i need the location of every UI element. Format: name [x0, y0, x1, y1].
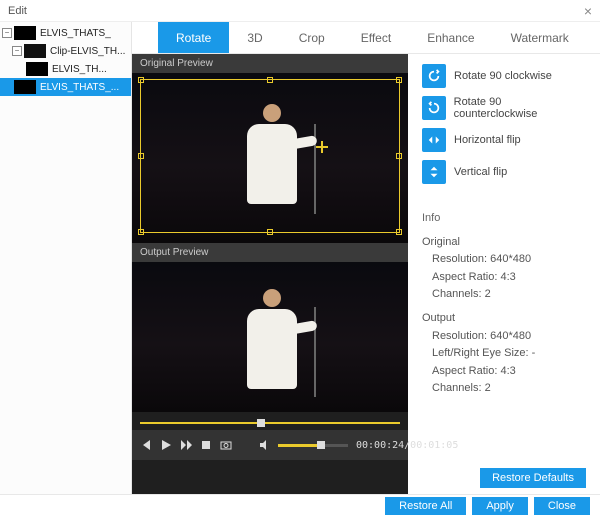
- vflip-icon: [422, 160, 446, 184]
- info-output-label: Output: [422, 310, 586, 328]
- titlebar: Edit ×: [0, 0, 600, 22]
- restore-defaults-button[interactable]: Restore Defaults: [480, 468, 586, 488]
- preview-column: Original Preview Output Preview: [132, 54, 408, 494]
- tree-item-selected[interactable]: ELVIS_THATS_...: [0, 78, 131, 96]
- rotate-cw-label: Rotate 90 clockwise: [454, 70, 552, 82]
- options-column: Rotate 90 clockwise Rotate 90 counterclo…: [408, 54, 600, 494]
- snapshot-button[interactable]: [220, 438, 232, 452]
- tab-enhance[interactable]: Enhance: [409, 22, 492, 53]
- tabs: Rotate 3D Crop Effect Enhance Watermark: [132, 22, 600, 54]
- info-output-resolution: Resolution: 640*480: [422, 328, 586, 346]
- rotate-ccw-label: Rotate 90 counterclockwise: [454, 96, 586, 120]
- close-button[interactable]: Close: [534, 497, 590, 515]
- original-preview-label: Original Preview: [132, 54, 408, 73]
- rotate-cw-button[interactable]: Rotate 90 clockwise: [422, 64, 586, 88]
- crosshair-icon[interactable]: [316, 141, 328, 153]
- tree-label: Clip-ELVIS_TH...: [50, 46, 125, 57]
- vflip-label: Vertical flip: [454, 166, 507, 178]
- info-output-aspect: Aspect Ratio: 4:3: [422, 363, 586, 381]
- thumbnail-icon: [14, 26, 36, 40]
- prev-button[interactable]: [140, 438, 152, 452]
- hflip-icon: [422, 128, 446, 152]
- window-title: Edit: [8, 5, 27, 17]
- timeline[interactable]: [140, 416, 400, 430]
- close-icon[interactable]: ×: [584, 3, 592, 19]
- thumbnail-icon: [14, 80, 36, 94]
- crop-frame[interactable]: [140, 79, 400, 233]
- volume-slider[interactable]: [278, 444, 348, 447]
- apply-button[interactable]: Apply: [472, 497, 528, 515]
- thumbnail-icon: [24, 44, 46, 58]
- rotate-ccw-button[interactable]: Rotate 90 counterclockwise: [422, 96, 586, 120]
- main: − ELVIS_THATS_ − Clip-ELVIS_TH... ELVIS_…: [0, 22, 600, 494]
- hflip-label: Horizontal flip: [454, 134, 521, 146]
- output-preview: [132, 262, 408, 412]
- rotate-cw-icon: [422, 64, 446, 88]
- info-output-channels: Channels: 2: [422, 380, 586, 398]
- original-preview[interactable]: [132, 73, 408, 243]
- info-original-resolution: Resolution: 640*480: [422, 251, 586, 269]
- tab-crop[interactable]: Crop: [281, 22, 343, 53]
- hflip-button[interactable]: Horizontal flip: [422, 128, 586, 152]
- tree-item-clip[interactable]: − Clip-ELVIS_TH...: [0, 42, 131, 60]
- info-original-channels: Channels: 2: [422, 286, 586, 304]
- output-preview-label: Output Preview: [132, 243, 408, 262]
- info-original-label: Original: [422, 234, 586, 252]
- footer: Restore All Apply Close: [0, 494, 600, 516]
- info-output-eye: Left/Right Eye Size: -: [422, 345, 586, 363]
- info-panel: Info Original Resolution: 640*480 Aspect…: [422, 202, 586, 398]
- vflip-button[interactable]: Vertical flip: [422, 160, 586, 184]
- info-header: Info: [422, 210, 586, 228]
- body: Original Preview Output Preview: [132, 54, 600, 494]
- tab-rotate[interactable]: Rotate: [158, 22, 229, 53]
- rotate-options: Rotate 90 clockwise Rotate 90 counterclo…: [422, 64, 586, 184]
- tree-item-child[interactable]: ELVIS_TH...: [0, 60, 131, 78]
- file-tree: − ELVIS_THATS_ − Clip-ELVIS_TH... ELVIS_…: [0, 22, 132, 494]
- play-button[interactable]: [160, 438, 172, 452]
- stop-button[interactable]: [200, 438, 212, 452]
- collapse-icon[interactable]: −: [12, 46, 22, 56]
- thumbnail-icon: [26, 62, 48, 76]
- tree-label: ELVIS_TH...: [52, 64, 107, 75]
- restore-all-button[interactable]: Restore All: [385, 497, 466, 515]
- info-original-aspect: Aspect Ratio: 4:3: [422, 269, 586, 287]
- collapse-icon[interactable]: −: [2, 28, 12, 38]
- volume-icon[interactable]: [258, 438, 272, 452]
- content: Rotate 3D Crop Effect Enhance Watermark …: [132, 22, 600, 494]
- tree-item-root[interactable]: − ELVIS_THATS_: [0, 24, 131, 42]
- tab-3d[interactable]: 3D: [229, 22, 280, 53]
- tab-effect[interactable]: Effect: [343, 22, 409, 53]
- rotate-ccw-icon: [422, 96, 446, 120]
- volume-control[interactable]: [258, 438, 348, 452]
- tab-watermark[interactable]: Watermark: [493, 22, 587, 53]
- timeline-knob[interactable]: [257, 419, 265, 427]
- tree-label: ELVIS_THATS_...: [40, 82, 119, 93]
- next-button[interactable]: [180, 438, 192, 452]
- tree-label: ELVIS_THATS_: [40, 28, 111, 39]
- player-controls: 00:00:24/00:01:05: [132, 430, 408, 460]
